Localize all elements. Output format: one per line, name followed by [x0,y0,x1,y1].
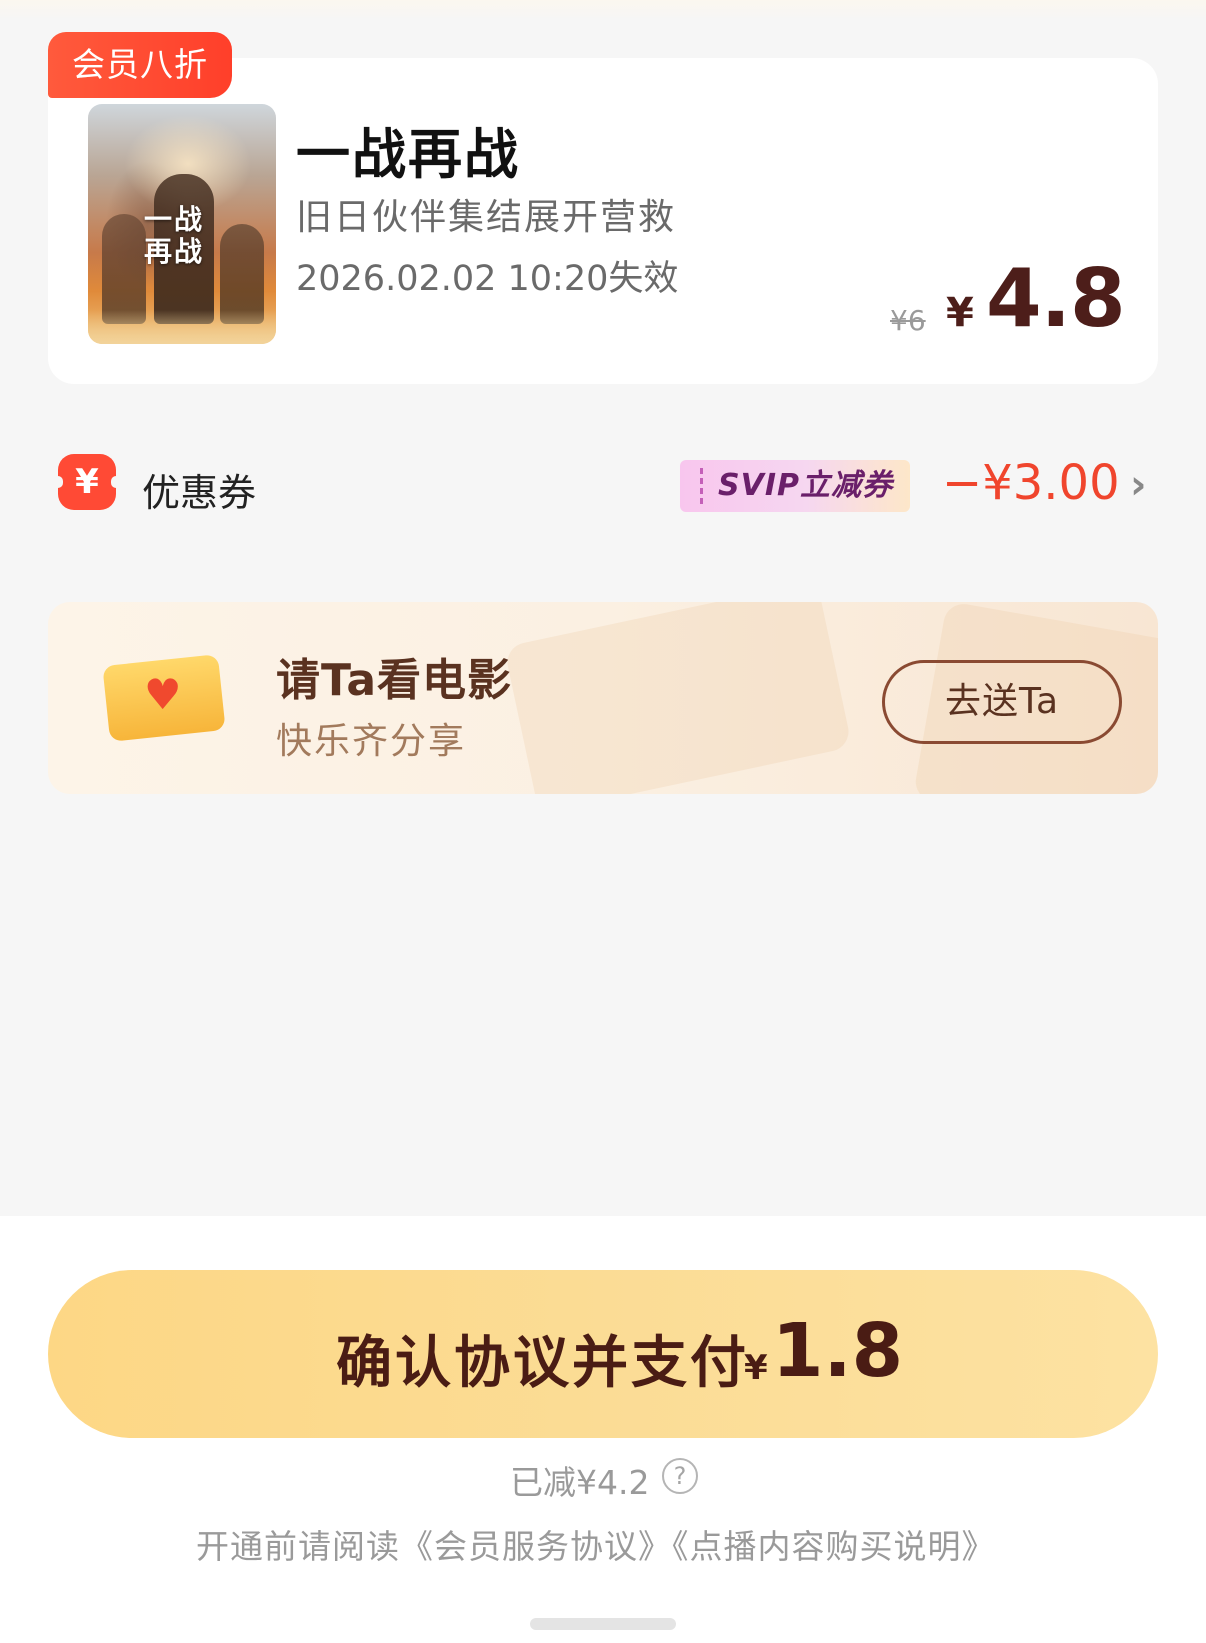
help-icon[interactable]: ? [662,1458,698,1494]
gift-title: 请Ta看电影 [276,655,513,706]
pay-amount: 1.8 [772,1308,904,1394]
coupon-label[interactable]: 优惠券 [142,462,256,517]
poster-figure [220,224,264,324]
home-indicator[interactable] [530,1618,676,1630]
original-price: ¥6 [890,304,926,337]
svip-coupon-label: SVIP立减券 [718,468,893,503]
agreement-prefix: 开通前请阅读 [196,1527,400,1566]
heart-ticket-icon: ♥ [102,652,226,742]
gift-subtitle: 快乐齐分享 [276,721,467,762]
heart-icon: ♥ [144,670,182,719]
current-price: 4.8 [986,252,1126,345]
discount-summary: 已减¥4.2 [510,1463,650,1502]
poster-title: 一战再战 [144,203,205,268]
coupon-discount-value[interactable]: −¥3.00 [942,455,1120,511]
send-gift-button[interactable]: 去送Ta [882,660,1122,744]
movie-title: 一战再战 [296,123,520,186]
movie-poster[interactable]: 一战再战 [88,104,276,344]
chevron-right-icon[interactable]: › [1130,462,1146,508]
movie-subtitle: 旧日伙伴集结展开营救 [296,197,677,238]
member-service-agreement-link[interactable]: 《会员服务协议》 [400,1527,672,1566]
top-strip [0,0,1206,20]
purchase-notes-link[interactable]: 《点播内容购买说明》 [672,1527,996,1566]
poster-figure [102,214,146,324]
poster-ground [88,310,276,344]
member-discount-badge: 会员八折 [48,32,232,98]
ticket-perforation [700,468,703,504]
agreement-notice: 开通前请阅读《会员服务协议》《点播内容购买说明》 [196,1520,996,1568]
price-currency: ¥ [946,290,974,336]
decoration-shape [503,602,853,794]
pay-button-label: 确认协议并支付 [336,1331,749,1396]
svip-coupon-tag[interactable]: SVIP立减券 [680,460,910,512]
pay-currency: ¥ [744,1348,768,1388]
coupon-icon: ¥ [53,454,121,510]
expiry-time: 2026.02.02 10:20失效 [296,259,679,299]
